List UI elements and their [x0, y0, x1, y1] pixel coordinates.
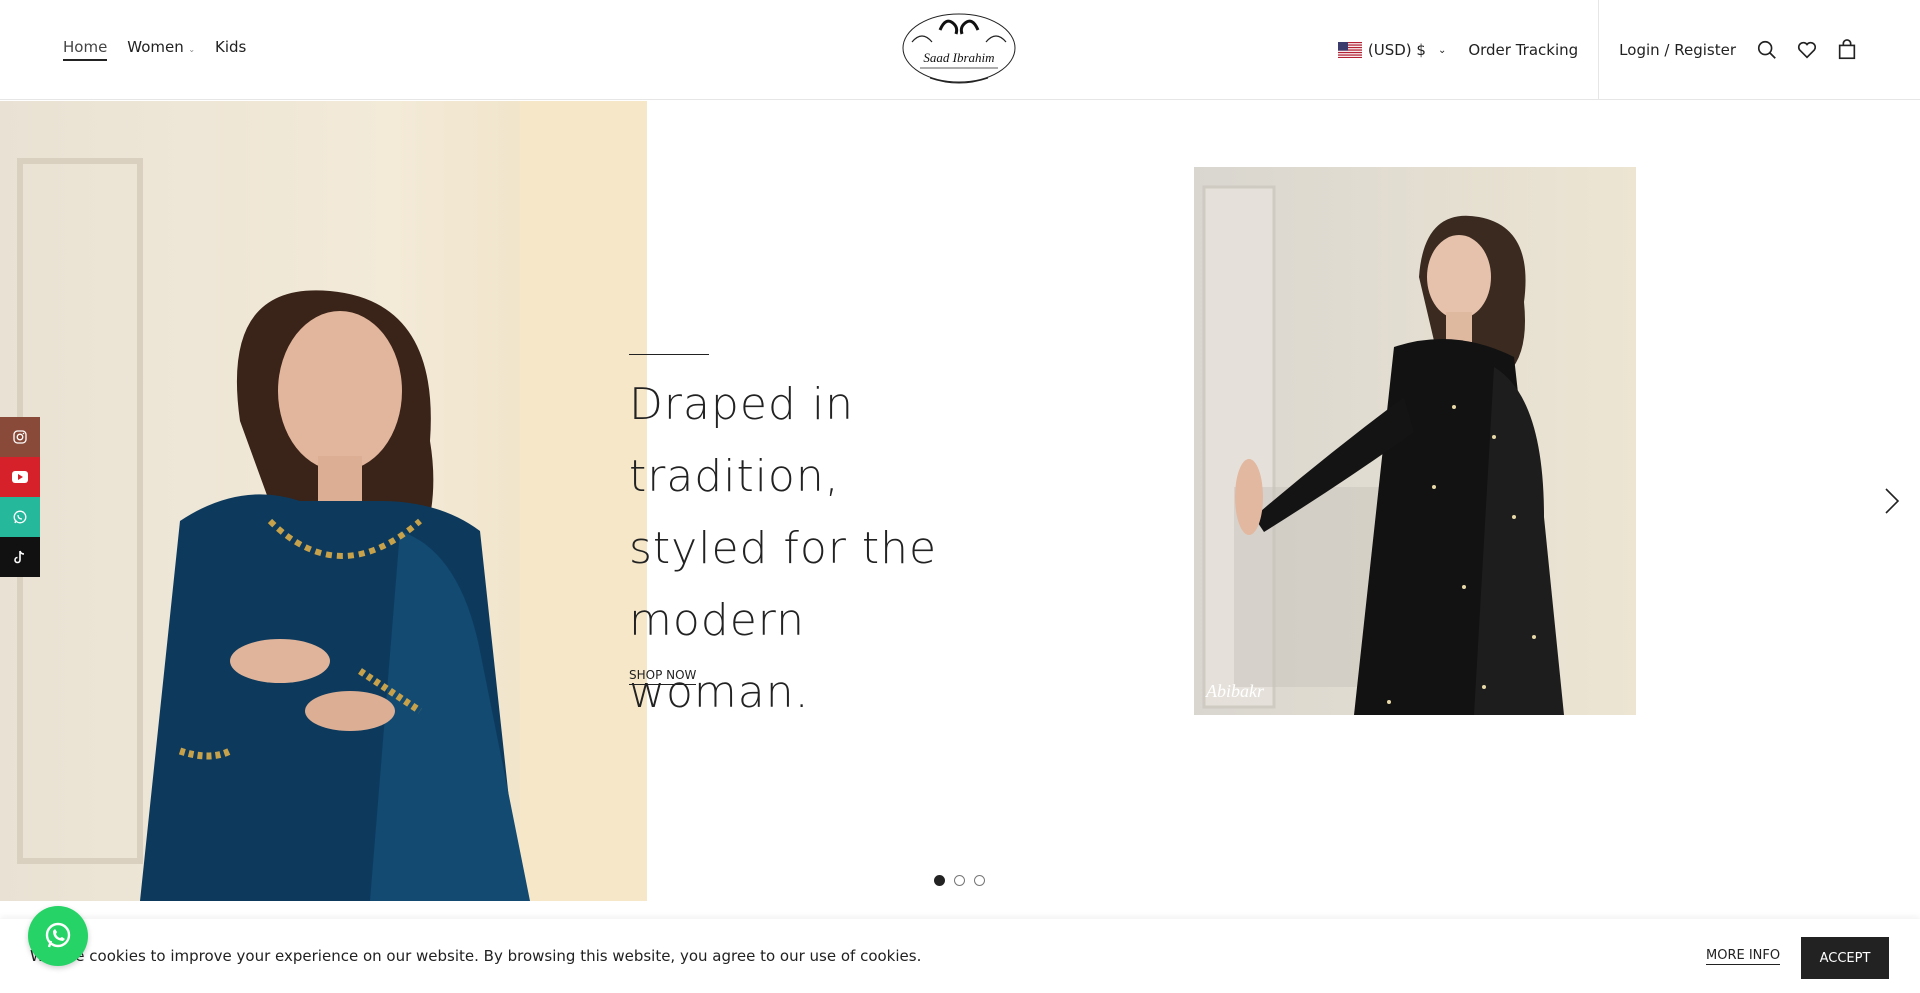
slider-dot-1[interactable]	[934, 875, 945, 886]
chevron-right-icon[interactable]	[1882, 486, 1902, 516]
svg-text:Saad Ibrahim: Saad Ibrahim	[923, 50, 994, 65]
login-register-link[interactable]: Login / Register	[1619, 41, 1736, 59]
shop-now-button[interactable]: SHOP NOW	[629, 668, 697, 685]
tiktok-icon[interactable]	[0, 537, 40, 577]
us-flag-icon	[1337, 42, 1362, 58]
cookie-consent-bar: We use cookies to improve your experienc…	[0, 919, 1920, 993]
whatsapp-icon[interactable]	[0, 497, 40, 537]
brand-logo[interactable]: Saad Ibrahim	[900, 8, 1018, 90]
model-black-saree-image: Abibakr	[1194, 167, 1636, 715]
whatsapp-glyph-icon	[13, 510, 27, 524]
search-icon[interactable]	[1756, 39, 1778, 61]
whatsapp-icon	[45, 922, 71, 948]
nav-home[interactable]: Home	[63, 38, 108, 61]
main-nav: Home Women ⌄ Kids	[63, 38, 246, 61]
saad-ibrahim-logo-icon: Saad Ibrahim	[902, 13, 1016, 84]
youtube-icon[interactable]	[0, 457, 40, 497]
site-header: Home Women ⌄ Kids Saad Ibrahim (USD) $ ⌄…	[0, 0, 1920, 100]
instagram-glyph-icon	[13, 430, 27, 444]
cart-bag-icon[interactable]	[1836, 39, 1858, 61]
accept-cookies-button[interactable]: ACCEPT	[1801, 937, 1889, 979]
whatsapp-chat-button[interactable]	[28, 906, 88, 966]
model-blue-saree-image	[0, 101, 647, 901]
currency-selector[interactable]: (USD) $ ⌄	[1337, 41, 1447, 59]
tiktok-glyph-icon	[14, 550, 25, 564]
chevron-down-icon: ⌄	[1437, 44, 1447, 56]
slider-dot-3[interactable]	[974, 875, 985, 886]
youtube-glyph-icon	[12, 471, 28, 483]
order-tracking-link[interactable]: Order Tracking	[1468, 41, 1578, 59]
hero-image-black-saree[interactable]: Abibakr	[1194, 167, 1636, 715]
nav-kids[interactable]: Kids	[215, 38, 246, 61]
nav-women-label: Women	[127, 38, 184, 56]
hero-slider: Draped in tradition, styled for the mode…	[0, 101, 1920, 901]
more-info-link[interactable]: MORE INFO	[1706, 948, 1781, 965]
header-actions: (USD) $ ⌄ Order Tracking Login / Registe…	[1337, 0, 1920, 100]
slider-dot-2[interactable]	[954, 875, 965, 886]
currency-label: (USD) $	[1367, 41, 1426, 59]
instagram-icon[interactable]	[0, 417, 40, 457]
chevron-down-icon: ⌄	[185, 45, 196, 54]
social-sidebar	[0, 417, 40, 577]
cookie-message: We use cookies to improve your experienc…	[30, 947, 922, 965]
header-divider	[1598, 0, 1600, 100]
nav-women[interactable]: Women ⌄	[127, 38, 195, 61]
wishlist-heart-icon[interactable]	[1796, 39, 1818, 61]
hero-image-blue-saree[interactable]	[0, 101, 647, 901]
svg-text:Abibakr: Abibakr	[1205, 681, 1265, 701]
slider-pagination	[934, 875, 985, 886]
heading-accent-line	[629, 354, 709, 355]
